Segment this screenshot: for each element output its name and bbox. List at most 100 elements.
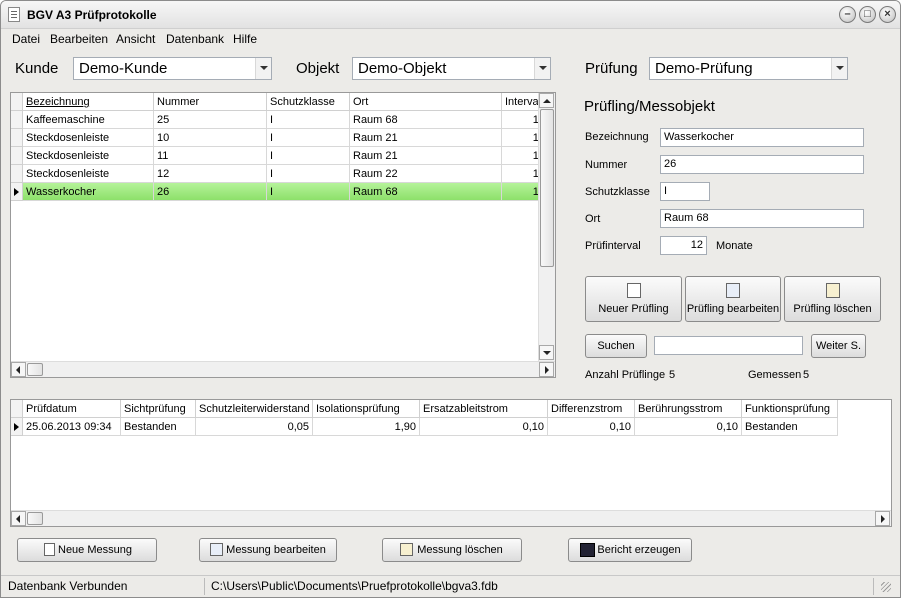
menu-hilfe[interactable]: Hilfe bbox=[233, 32, 257, 46]
scroll-thumb[interactable] bbox=[27, 512, 43, 525]
pruefung-select[interactable]: Demo-Prüfung bbox=[649, 57, 848, 80]
column-header-pruefdatum[interactable]: Prüfdatum bbox=[23, 400, 121, 418]
edit-device-label: Prüfling bearbeiten bbox=[686, 303, 780, 315]
ort-field[interactable]: Raum 68 bbox=[660, 209, 864, 228]
devices-table[interactable]: Bezeichnung Nummer Schutzklasse Ort Inte… bbox=[10, 92, 556, 378]
pruefung-value: Demo-Prüfung bbox=[655, 60, 753, 77]
edit-document-icon bbox=[726, 283, 740, 298]
cell-bezeichnung: Wasserkocher bbox=[23, 183, 154, 201]
cell-nummer: 10 bbox=[154, 129, 267, 147]
count-value: 5 bbox=[669, 369, 676, 381]
vertical-scrollbar[interactable] bbox=[538, 93, 555, 361]
new-device-button[interactable]: Neuer Prüfling bbox=[585, 276, 682, 322]
status-bar: Datenbank Verbunden C:\Users\Public\Docu… bbox=[1, 575, 900, 597]
cell-nummer: 12 bbox=[154, 165, 267, 183]
menu-bar: Datei Bearbeiten Ansicht Datenbank Hilfe bbox=[1, 29, 900, 48]
app-window: BGV A3 Prüfprotokolle – □ × Datei Bearbe… bbox=[0, 0, 901, 598]
bezeichnung-label: Bezeichnung bbox=[585, 131, 649, 143]
edit-device-button[interactable]: Prüfling bearbeiten bbox=[685, 276, 781, 322]
column-header-ersatzableitstrom[interactable]: Ersatzableitstrom bbox=[420, 400, 548, 418]
cell-ort: Raum 22 bbox=[350, 165, 502, 183]
objekt-label: Objekt bbox=[296, 60, 340, 77]
new-document-icon bbox=[626, 283, 641, 298]
cell-ort: Raum 21 bbox=[350, 147, 502, 165]
scroll-left-arrow-icon[interactable] bbox=[11, 511, 26, 526]
scroll-right-arrow-icon[interactable] bbox=[539, 362, 554, 377]
column-header-nummer[interactable]: Nummer bbox=[154, 93, 267, 111]
menu-datei[interactable]: Datei bbox=[12, 32, 40, 46]
objekt-select[interactable]: Demo-Objekt bbox=[352, 57, 551, 80]
cell-beruehrungsstrom: 0,10 bbox=[635, 418, 742, 436]
cell-schutzleiterwiderstand: 0,05 bbox=[196, 418, 313, 436]
new-measurement-button[interactable]: Neue Messung bbox=[17, 538, 157, 562]
cell-bezeichnung: Steckdosenleiste bbox=[23, 165, 154, 183]
chevron-down-icon[interactable] bbox=[534, 58, 550, 79]
cell-pruefdatum: 25.06.2013 09:34 bbox=[23, 418, 121, 436]
search-button[interactable]: Suchen bbox=[585, 334, 647, 358]
pruefinterval-field[interactable]: 12 bbox=[660, 236, 707, 255]
nummer-field[interactable]: 26 bbox=[660, 155, 864, 174]
create-report-button[interactable]: Bericht erzeugen bbox=[568, 538, 692, 562]
nummer-label: Nummer bbox=[585, 159, 628, 171]
delete-device-button[interactable]: Prüfling löschen bbox=[784, 276, 881, 322]
horizontal-scrollbar[interactable] bbox=[11, 361, 555, 377]
delete-measurement-button[interactable]: Messung löschen bbox=[382, 538, 522, 562]
horizontal-scrollbar[interactable] bbox=[11, 510, 891, 526]
column-header-funktionspruefung[interactable]: Funktionsprüfung bbox=[742, 400, 838, 418]
close-button[interactable]: × bbox=[879, 6, 896, 23]
scroll-right-arrow-icon[interactable] bbox=[875, 511, 890, 526]
column-header-schutzklasse[interactable]: Schutzklasse bbox=[267, 93, 350, 111]
cell-nummer: 26 bbox=[154, 183, 267, 201]
new-measurement-label: Neue Messung bbox=[58, 544, 132, 556]
kunde-label: Kunde bbox=[15, 60, 59, 77]
search-next-button[interactable]: Weiter S. bbox=[811, 334, 866, 358]
menu-datenbank[interactable]: Datenbank bbox=[166, 32, 224, 46]
row-indicator bbox=[11, 183, 23, 201]
pruefinterval-label: Prüfinterval bbox=[585, 240, 641, 252]
cell-nummer: 25 bbox=[154, 111, 267, 129]
measured-value: 5 bbox=[803, 369, 810, 381]
resize-grip-icon[interactable] bbox=[881, 582, 891, 592]
row-indicator bbox=[11, 111, 23, 129]
cell-ersatzableitstrom: 0,10 bbox=[420, 418, 548, 436]
objekt-value: Demo-Objekt bbox=[358, 60, 447, 77]
scroll-left-arrow-icon[interactable] bbox=[11, 362, 26, 377]
search-input[interactable] bbox=[654, 336, 803, 355]
delete-document-icon bbox=[825, 283, 840, 298]
column-header-differenzstrom[interactable]: Differenzstrom bbox=[548, 400, 635, 418]
cell-nummer: 11 bbox=[154, 147, 267, 165]
menu-ansicht[interactable]: Ansicht bbox=[116, 32, 155, 46]
database-path: C:\Users\Public\Documents\Pruefprotokoll… bbox=[211, 579, 498, 593]
column-header-sichtpruefung[interactable]: Sichtprüfung bbox=[121, 400, 196, 418]
minimize-button[interactable]: – bbox=[839, 6, 856, 23]
edit-measurement-button[interactable]: Messung bearbeiten bbox=[199, 538, 337, 562]
menu-bearbeiten[interactable]: Bearbeiten bbox=[50, 32, 108, 46]
chevron-down-icon[interactable] bbox=[255, 58, 271, 79]
scroll-down-arrow-icon[interactable] bbox=[539, 345, 554, 360]
cell-bezeichnung: Steckdosenleiste bbox=[23, 129, 154, 147]
scroll-thumb[interactable] bbox=[27, 363, 43, 376]
row-indicator-header bbox=[11, 400, 23, 418]
scroll-thumb[interactable] bbox=[540, 109, 554, 267]
cell-differenzstrom: 0,10 bbox=[548, 418, 635, 436]
cell-ort: Raum 68 bbox=[350, 183, 502, 201]
chevron-down-icon[interactable] bbox=[831, 58, 847, 79]
delete-document-icon bbox=[400, 543, 413, 556]
maximize-button[interactable]: □ bbox=[859, 6, 876, 23]
bezeichnung-field[interactable]: Wasserkocher bbox=[660, 128, 864, 147]
row-indicator bbox=[11, 165, 23, 183]
cell-schutzklasse: I bbox=[267, 129, 350, 147]
edit-measurement-label: Messung bearbeiten bbox=[226, 544, 326, 556]
kunde-select[interactable]: Demo-Kunde bbox=[73, 57, 272, 80]
measurements-table[interactable]: Prüfdatum Sichtprüfung Schutzleiterwider… bbox=[10, 399, 892, 527]
column-header-ort[interactable]: Ort bbox=[350, 93, 502, 111]
column-header-beruehrungsstrom[interactable]: Berührungsstrom bbox=[635, 400, 742, 418]
schutzklasse-field[interactable]: I bbox=[660, 182, 710, 201]
column-header-isolationspruefung[interactable]: Isolationsprüfung bbox=[313, 400, 420, 418]
column-header-schutzleiterwiderstand[interactable]: Schutzleiterwiderstand bbox=[196, 400, 313, 418]
window-title: BGV A3 Prüfprotokolle bbox=[27, 8, 157, 22]
cell-isolationspruefung: 1,90 bbox=[313, 418, 420, 436]
scroll-up-arrow-icon[interactable] bbox=[539, 93, 554, 108]
column-header-bezeichnung[interactable]: Bezeichnung bbox=[23, 93, 154, 111]
measured-label: Gemessen bbox=[748, 369, 802, 381]
